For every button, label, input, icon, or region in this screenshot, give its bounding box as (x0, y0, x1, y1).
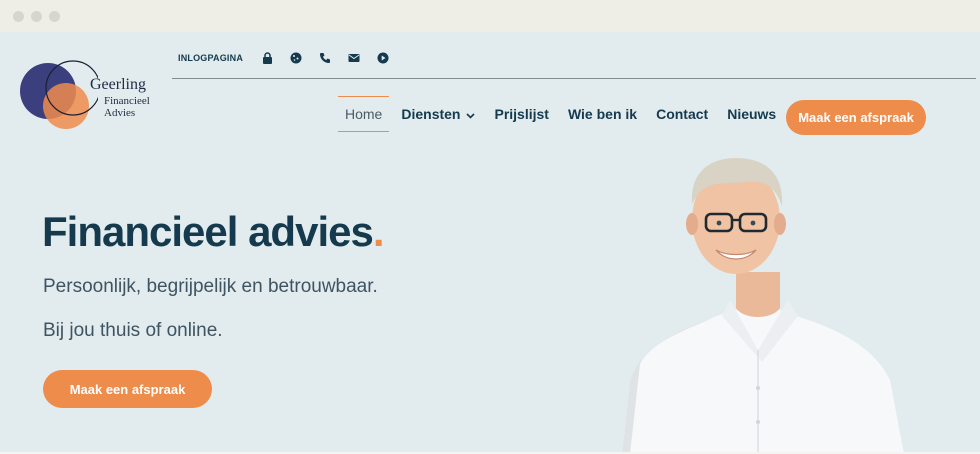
mail-icon[interactable] (348, 52, 360, 64)
browser-chrome (0, 0, 980, 32)
window-close-dot[interactable] (13, 11, 24, 22)
hero-title: Financieel advies. (42, 208, 384, 256)
logo-circles-icon (20, 60, 98, 129)
site-logo[interactable]: Geerling Financieel Advies (18, 58, 158, 130)
phone-icon[interactable] (319, 52, 331, 64)
nav-item-diensten[interactable]: Diensten (401, 96, 476, 132)
window-minimize-dot[interactable] (31, 11, 42, 22)
main-nav: Home Diensten Prijslijst Wie ben ik Cont… (338, 96, 795, 132)
hero-title-text: Financieel advies (42, 208, 374, 255)
hero-subtitle-2: Bij jou thuis of online. (43, 320, 223, 341)
nav-item-diensten-label: Diensten (401, 106, 461, 122)
play-icon[interactable] (377, 52, 389, 64)
login-link[interactable]: INLOGPAGINA (178, 53, 243, 63)
utility-bar: INLOGPAGINA (178, 50, 406, 66)
advisor-portrait (622, 158, 904, 452)
logo-line-1: Geerling (90, 76, 146, 93)
nav-item-nieuws[interactable]: Nieuws (727, 96, 776, 132)
header-divider (172, 78, 976, 79)
header-appointment-button[interactable]: Maak een afspraak (786, 100, 926, 135)
page: Geerling Financieel Advies INLOGPAGINA H… (0, 32, 980, 452)
logo-wordmark: Geerling Financieel Advies (90, 77, 150, 119)
window-maximize-dot[interactable] (49, 11, 60, 22)
lock-icon[interactable] (261, 52, 273, 64)
hero-subtitle-1: Persoonlijk, begrijpelijk en betrouwbaar… (43, 276, 378, 297)
hero-appointment-button[interactable]: Maak een afspraak (43, 370, 212, 408)
chevron-down-icon (466, 106, 476, 122)
logo-line-3: Advies (104, 107, 136, 119)
nav-item-contact[interactable]: Contact (656, 96, 708, 132)
nav-item-prijslijst[interactable]: Prijslijst (494, 96, 548, 132)
nav-item-wie-ben-ik[interactable]: Wie ben ik (568, 96, 637, 132)
cookie-icon[interactable] (290, 52, 302, 64)
hero-title-accent: . (372, 208, 385, 255)
logo-line-2: Financieel (104, 95, 150, 107)
nav-item-home[interactable]: Home (338, 96, 390, 132)
